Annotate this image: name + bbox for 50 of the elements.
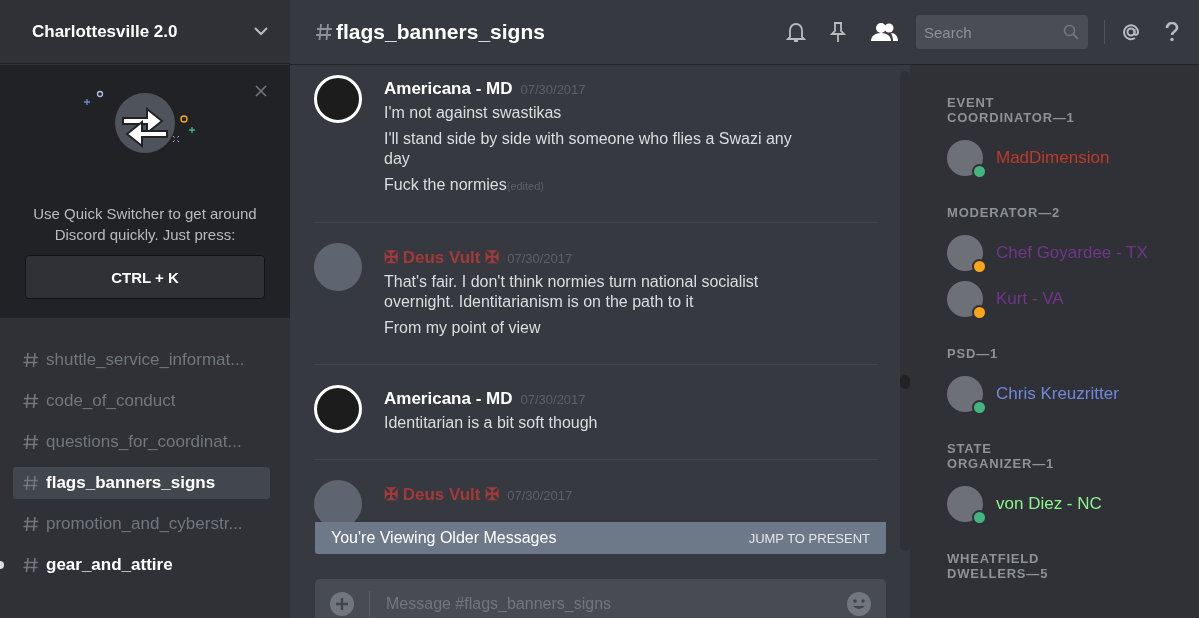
mention-icon[interactable]	[1121, 22, 1141, 42]
search-field[interactable]: Search	[916, 15, 1088, 49]
role-heading: MODERATOR—2	[947, 205, 1062, 220]
message-text: From my point of view	[384, 318, 542, 338]
channel-item[interactable]: code_of_conduct	[13, 385, 270, 417]
channel-item[interactable]: gear_and_attire	[13, 549, 270, 581]
hash-icon	[23, 434, 39, 450]
bell-icon[interactable]	[786, 21, 806, 43]
message-text: I'll stand side by side with someone who flies a Swazi any day	[384, 129, 793, 169]
member-item[interactable]: Kurt - VA	[947, 276, 1199, 322]
channel-item[interactable]: promotion_and_cyberstr...	[13, 508, 270, 540]
member-item[interactable]: MadDimension	[947, 135, 1199, 181]
message-text: That's fair. I don't think normies turn national socialist overnight. Identitarianism is on the path to it	[384, 272, 760, 312]
members-icon[interactable]	[870, 22, 898, 42]
shortcut-key: CTRL + K	[25, 255, 265, 299]
pin-icon[interactable]	[830, 21, 846, 43]
hash-icon	[23, 516, 39, 532]
hash-icon	[23, 475, 39, 491]
author-name[interactable]: ✠ Deus Vult ✠	[384, 247, 500, 268]
banner-text: You're Viewing Older Messages	[331, 529, 557, 547]
author-name[interactable]: Americana - MD	[384, 389, 513, 409]
role-heading: STATE ORGANIZER—1	[947, 441, 1056, 471]
member-item[interactable]: Chef Goyardee - TX	[947, 230, 1199, 276]
role-heading: PSD—1	[947, 346, 999, 361]
quick-switcher-hint: Use Quick Switcher to get around Discord quickly. Just press:	[32, 204, 258, 245]
channel-title: flags_banners_signs	[336, 20, 545, 44]
member-item[interactable]: von Diez - NC	[947, 481, 1199, 527]
role-heading: EVENT COORDINATOR—1	[947, 95, 1076, 125]
hash-icon	[23, 393, 39, 409]
channel-item[interactable]: flags_banners_signs	[13, 467, 270, 499]
server-name: Charlottesville 2.0	[32, 21, 178, 42]
search-icon	[1063, 24, 1079, 40]
avatar[interactable]	[314, 385, 362, 433]
message-text: Identitarian is a bit soft though	[384, 413, 598, 433]
close-icon[interactable]	[255, 85, 267, 97]
chevron-down-icon[interactable]	[254, 27, 268, 36]
help-icon[interactable]	[1165, 22, 1179, 42]
author-name[interactable]: Americana - MD	[384, 79, 513, 99]
scrollbar-thumb[interactable]	[900, 375, 910, 389]
message-text: I'm not against swastikas	[384, 103, 563, 123]
member-item[interactable]: Chris Kreuzritter	[947, 371, 1199, 417]
avatar[interactable]	[314, 75, 362, 123]
hash-icon	[316, 23, 332, 41]
role-heading: WHEATFIELD DWELLERS—5	[947, 551, 1050, 581]
author-name[interactable]: ✠ Deus Vult ✠	[384, 484, 500, 505]
jump-to-present-link[interactable]: JUMP TO PRESENT	[748, 530, 870, 546]
hash-icon	[23, 557, 39, 573]
hash-icon	[23, 352, 39, 368]
channel-item[interactable]: questions_for_coordinat...	[13, 426, 270, 458]
channel-item[interactable]: shuttle_service_informat...	[13, 344, 270, 376]
